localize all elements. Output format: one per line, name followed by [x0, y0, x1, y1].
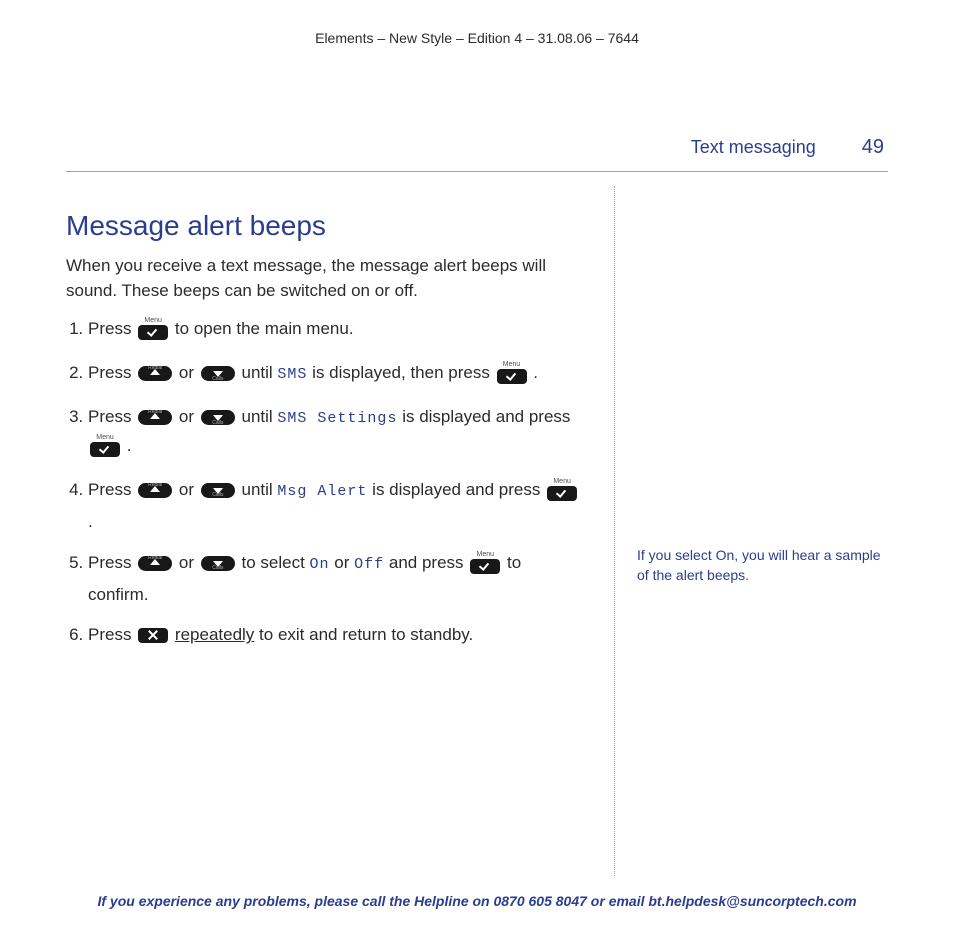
up-key: Redial — [138, 556, 172, 571]
main-column: Message alert beeps When you receive a t… — [66, 186, 614, 876]
up-key: Redial — [138, 483, 172, 498]
check-icon: Menu — [497, 369, 527, 384]
triangle-down-icon — [213, 561, 223, 567]
step-6: Press repeatedly to exit and return to s… — [88, 621, 586, 650]
step-2: Press Redial or Calls until SMS is displ… — [88, 359, 586, 391]
lcd-text: Off — [354, 556, 384, 573]
menu-key: Menu — [495, 362, 529, 391]
page: Elements – New Style – Edition 4 – 31.08… — [0, 0, 954, 945]
cross-icon — [138, 628, 168, 643]
step-text: or — [334, 553, 354, 572]
key-label: Menu — [470, 549, 500, 561]
step-4: Press Redial or Calls until Msg Alert is… — [88, 476, 586, 537]
step-text: to open the main menu. — [175, 319, 354, 338]
triangle-down-icon — [213, 488, 223, 494]
up-key: Redial — [138, 366, 172, 381]
side-note: If you select On, you will hear a sample… — [637, 546, 888, 585]
page-header: Text messaging 49 — [66, 136, 888, 159]
step-text: Press — [88, 407, 136, 426]
triangle-up-icon — [150, 486, 160, 492]
step-text: or — [179, 553, 199, 572]
step-text: . — [88, 512, 93, 531]
step-text: or — [179, 407, 199, 426]
key-label: Menu — [90, 432, 120, 444]
check-icon: Menu — [138, 325, 168, 340]
emphasis-repeatedly: repeatedly — [175, 625, 254, 644]
key-label: Menu — [547, 476, 577, 488]
step-text: to select — [242, 553, 310, 572]
check-icon: Menu — [547, 486, 577, 501]
step-text: Press — [88, 625, 136, 644]
step-text: is displayed, then press — [312, 363, 494, 382]
step-text: . — [127, 436, 132, 455]
step-text: until — [242, 407, 278, 426]
intro-text: When you receive a text message, the mes… — [66, 254, 586, 303]
step-text: or — [179, 363, 199, 382]
step-text: until — [242, 480, 278, 499]
step-text: is displayed and press — [402, 407, 570, 426]
page-title: Message alert beeps — [66, 210, 586, 242]
lcd-text: SMS — [277, 366, 307, 383]
down-key: Calls — [201, 410, 235, 425]
triangle-down-icon — [213, 371, 223, 377]
menu-key: Menu — [545, 479, 579, 508]
up-key: Redial — [138, 410, 172, 425]
triangle-up-icon — [150, 413, 160, 419]
menu-key: Menu — [88, 435, 122, 464]
check-icon: Menu — [90, 442, 120, 457]
footer-help: If you experience any problems, please c… — [0, 893, 954, 909]
check-icon: Menu — [470, 559, 500, 574]
side-column: If you select On, you will hear a sample… — [615, 186, 888, 876]
step-text: until — [242, 363, 278, 382]
step-text: to exit and return to standby. — [259, 625, 473, 644]
content-columns: Message alert beeps When you receive a t… — [66, 186, 888, 876]
step-text: Press — [88, 319, 136, 338]
top-meta: Elements – New Style – Edition 4 – 31.08… — [66, 30, 888, 46]
steps-list: Press Menu to open the main menu. Press … — [66, 315, 586, 650]
down-key: Calls — [201, 366, 235, 381]
step-3: Press Redial or Calls until SMS Settings… — [88, 403, 586, 464]
triangle-down-icon — [213, 415, 223, 421]
key-label: Menu — [497, 359, 527, 371]
step-text: and press — [389, 553, 468, 572]
triangle-up-icon — [150, 369, 160, 375]
triangle-up-icon — [150, 559, 160, 565]
menu-key: Menu — [136, 318, 170, 347]
lcd-text: Msg Alert — [277, 483, 367, 500]
down-key: Calls — [201, 483, 235, 498]
lcd-text: SMS Settings — [277, 410, 397, 427]
step-5: Press Redial or Calls to select On or Of… — [88, 549, 586, 610]
step-text: . — [533, 363, 538, 382]
step-text: Press — [88, 363, 136, 382]
section-name: Text messaging — [691, 137, 816, 158]
step-text: or — [179, 480, 199, 499]
step-text: Press — [88, 480, 136, 499]
step-1: Press Menu to open the main menu. — [88, 315, 586, 347]
lcd-text: On — [310, 556, 330, 573]
step-text: is displayed and press — [372, 480, 545, 499]
step-text: Press — [88, 553, 136, 572]
down-key: Calls — [201, 556, 235, 571]
menu-key: Menu — [468, 552, 502, 581]
header-rule — [66, 171, 888, 172]
page-number: 49 — [862, 136, 884, 159]
key-label: Menu — [138, 315, 168, 327]
